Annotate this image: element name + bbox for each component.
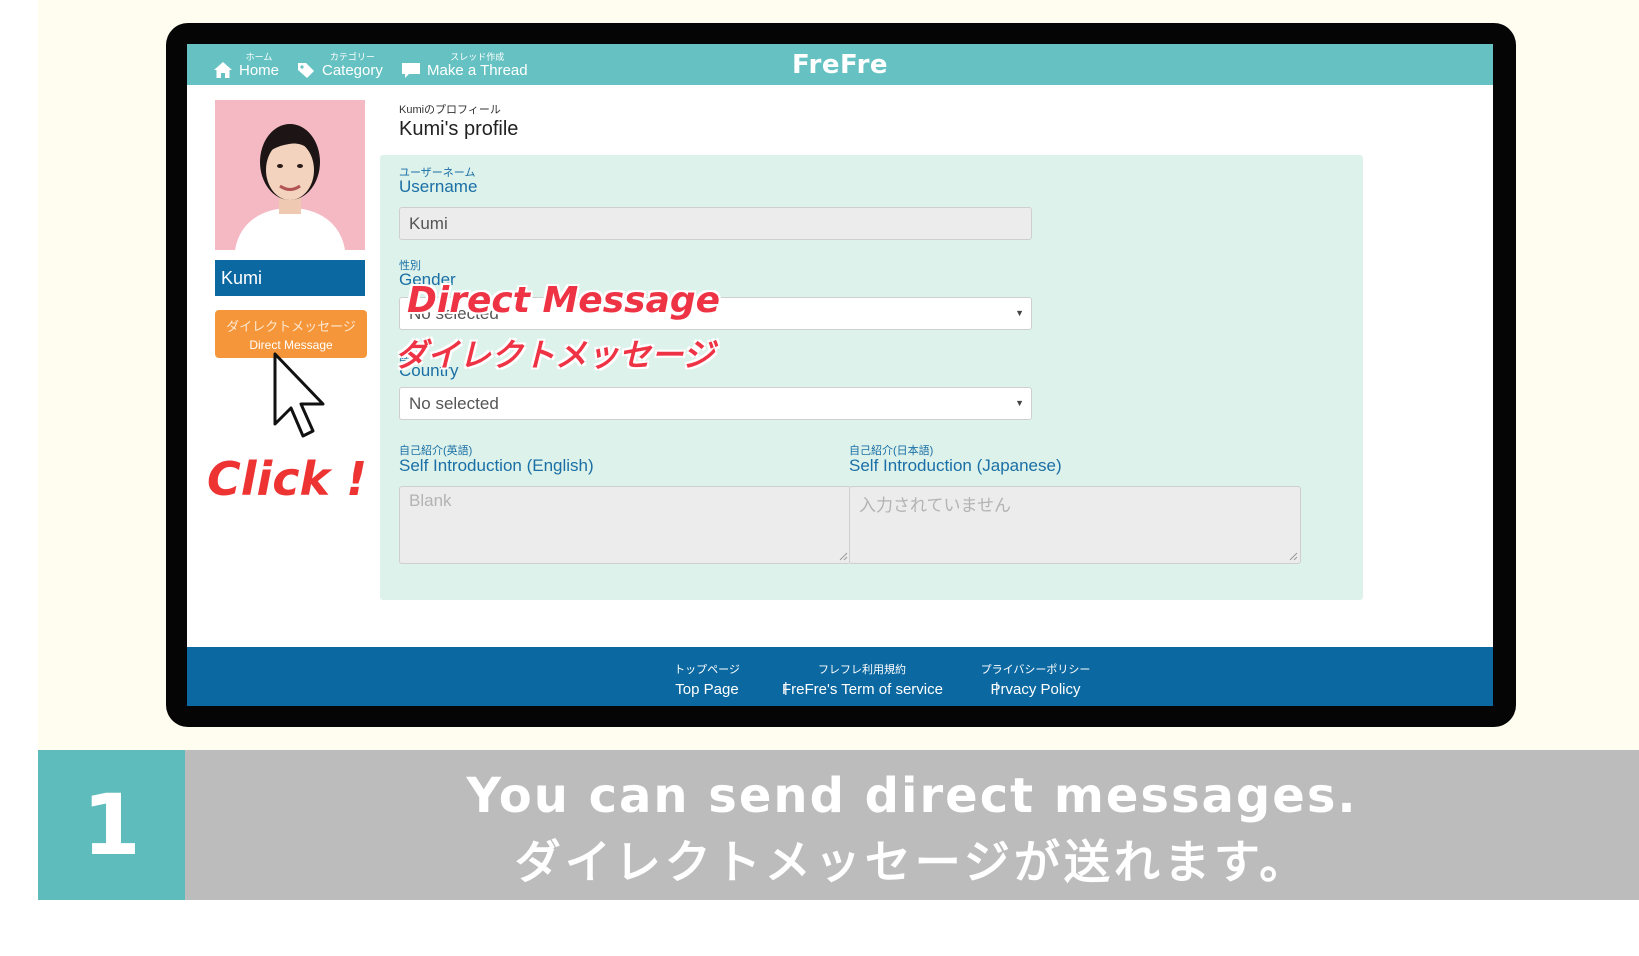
resize-grip-icon[interactable] bbox=[839, 552, 848, 561]
footer-privacy-link[interactable]: プライバシーポリシー Prvacy Policy bbox=[978, 661, 1093, 698]
caption-box: You can send direct messages. ダイレクトメッセージ… bbox=[185, 750, 1639, 900]
footer-privacy-label: Prvacy Policy bbox=[990, 681, 1081, 698]
footer-privacy-small: プライバシーポリシー bbox=[980, 664, 1091, 676]
country-select[interactable]: No selected ▼ bbox=[399, 387, 1032, 420]
direct-message-button[interactable]: ダイレクトメッセージ Direct Message bbox=[215, 310, 367, 358]
step-number: 1 bbox=[38, 750, 185, 900]
profile-photo bbox=[215, 100, 365, 250]
intro-jp-textarea[interactable]: 入力されていません bbox=[849, 486, 1301, 564]
footer-terms-label: FreFre's Term of service bbox=[782, 681, 943, 698]
footer-top-page-label: Top Page bbox=[675, 681, 739, 698]
intro-en-label: Self Introduction (English) bbox=[399, 456, 594, 475]
footer-terms-link[interactable]: フレフレ利用規約 FreFre's Term of service bbox=[782, 661, 943, 698]
caption-jp: ダイレクトメッセージが送れます。 bbox=[514, 835, 1310, 889]
country-select-value: No selected bbox=[409, 394, 499, 413]
overlay-direct-message-en: Direct Message bbox=[407, 280, 721, 321]
site-header: ホーム Home カテゴリー Category スレッド作成 Make a Th… bbox=[187, 44, 1493, 85]
username-field[interactable]: Kumi bbox=[399, 207, 1032, 240]
resize-grip-icon[interactable] bbox=[1289, 552, 1298, 561]
username-label: Username bbox=[399, 177, 478, 196]
caption-en: You can send direct messages. bbox=[466, 768, 1358, 824]
mouse-pointer-icon bbox=[273, 352, 325, 438]
profile-title: Kumi's profile bbox=[399, 118, 519, 140]
dropdown-arrow-icon: ▼ bbox=[1015, 308, 1024, 318]
dm-button-jp: ダイレクトメッセージ bbox=[226, 319, 356, 334]
site-footer: トップページ Top Page | フレフレ利用規約 FreFre's Term… bbox=[187, 647, 1493, 706]
avatar bbox=[215, 100, 365, 250]
dropdown-arrow-icon: ▼ bbox=[1015, 398, 1024, 408]
profile-name-bar: Kumi bbox=[215, 260, 365, 296]
intro-en-textarea[interactable]: Blank bbox=[399, 486, 851, 564]
dm-button-en: Direct Message bbox=[249, 338, 333, 352]
footer-top-page-small: トップページ bbox=[674, 664, 740, 676]
footer-terms-small: フレフレ利用規約 bbox=[818, 664, 906, 676]
intro-en-placeholder: Blank bbox=[409, 491, 452, 510]
overlay-direct-message-jp: ダイレクトメッセージ bbox=[395, 336, 715, 374]
intro-jp-placeholder: 入力されていません bbox=[859, 496, 1011, 515]
intro-jp-label: Self Introduction (Japanese) bbox=[849, 456, 1062, 475]
profile-title-small: Kumiのプロフィール bbox=[399, 104, 501, 116]
footer-top-page-link[interactable]: トップページ Top Page bbox=[674, 661, 740, 698]
site-logo[interactable]: FreFre bbox=[187, 50, 1493, 80]
click-annotation: Click ! bbox=[207, 452, 368, 506]
browser-screen: ホーム Home カテゴリー Category スレッド作成 Make a Th… bbox=[187, 44, 1493, 706]
